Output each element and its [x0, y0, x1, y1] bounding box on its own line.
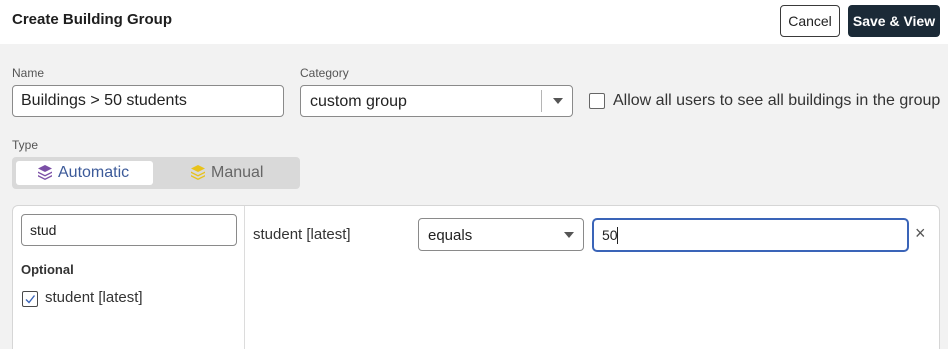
- allow-all-users-label: Allow all users to see all buildings in …: [613, 92, 941, 109]
- category-select[interactable]: custom group: [300, 85, 573, 117]
- category-label: Category: [300, 66, 349, 80]
- close-icon[interactable]: ×: [915, 224, 931, 242]
- category-value: custom group: [310, 93, 407, 110]
- chevron-down-icon: [564, 232, 574, 238]
- chevron-down-icon[interactable]: [553, 98, 563, 104]
- optional-heading: Optional: [21, 262, 74, 277]
- type-option-automatic[interactable]: Automatic: [16, 161, 153, 185]
- allow-all-users-checkbox[interactable]: [589, 93, 605, 109]
- attribute-picker: Optional student [latest]: [13, 206, 245, 349]
- text-cursor: [617, 227, 618, 244]
- checkmark-icon: [25, 295, 36, 304]
- type-option-label: Automatic: [58, 164, 130, 181]
- rule-field-label: student [latest]: [253, 226, 351, 243]
- layers-icon: [37, 164, 53, 185]
- type-option-label: Manual: [211, 164, 264, 181]
- save-and-view-button[interactable]: Save & View: [848, 5, 940, 37]
- filter-panel: Optional student [latest] student [lates…: [12, 205, 940, 349]
- type-option-manual[interactable]: Manual: [158, 161, 296, 185]
- rule-value-input[interactable]: [592, 218, 909, 252]
- top-bar: Create Building Group Cancel Save & View: [0, 0, 948, 44]
- operator-select[interactable]: equals: [418, 218, 584, 251]
- name-input[interactable]: [12, 85, 284, 117]
- layers-icon: [190, 164, 206, 185]
- attribute-label: student [latest]: [45, 289, 143, 306]
- cancel-button[interactable]: Cancel: [780, 5, 840, 37]
- page-title: Create Building Group: [12, 11, 173, 28]
- type-toggle: Automatic Manual: [12, 157, 300, 189]
- attribute-checkbox[interactable]: [22, 291, 38, 307]
- type-label: Type: [12, 138, 39, 152]
- name-label: Name: [12, 66, 45, 80]
- select-divider: [541, 90, 542, 112]
- operator-value: equals: [428, 227, 473, 244]
- attribute-search-input[interactable]: [21, 214, 237, 246]
